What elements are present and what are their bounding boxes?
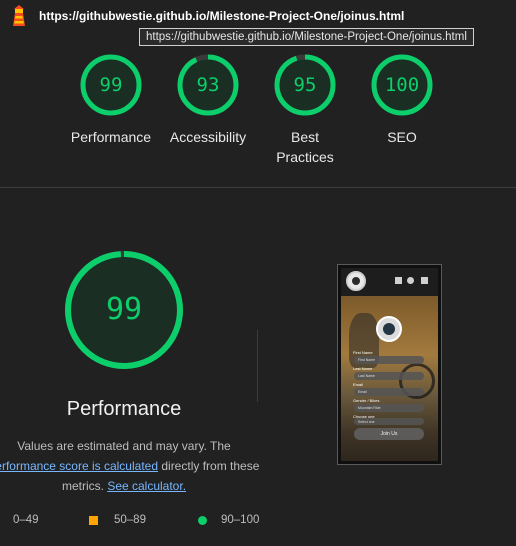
- home-icon: [395, 277, 402, 284]
- performance-description: Values are estimated and may vary. The p…: [0, 436, 268, 496]
- thumb-field-label: Gender / Bikes: [353, 398, 380, 403]
- lighthouse-icon: [13, 5, 25, 26]
- site-logo-icon: [346, 271, 366, 291]
- gauge-seo[interactable]: 100: [369, 52, 435, 118]
- gauge-label-seo: SEO: [387, 129, 417, 145]
- average-square-icon: [89, 516, 98, 525]
- gauge-best-practices[interactable]: 95: [272, 52, 338, 118]
- gauge-score: 95: [293, 74, 317, 96]
- performance-title: Performance: [66, 398, 182, 420]
- thumb-navbar: [341, 268, 438, 296]
- desc-text: metrics.: [61, 479, 108, 493]
- desc-text: directly from these: [158, 459, 260, 473]
- final-screenshot[interactable]: First Name First Name Last Name Last Nam…: [337, 264, 442, 465]
- thumb-field-label: First Name: [353, 350, 373, 355]
- legend-pass: 90–100: [221, 514, 260, 526]
- thumb-input: Mountain Ride: [354, 404, 424, 412]
- lighthouse-report: https://githubwestie.github.io/Milestone…: [0, 0, 516, 546]
- desc-text: Values are estimated and may vary. The: [17, 439, 231, 453]
- report-topbar: https://githubwestie.github.io/Milestone…: [0, 0, 516, 46]
- gauge-label-accessibility: Accessibility: [169, 129, 247, 145]
- legend-fail: 0–49: [13, 514, 39, 526]
- vertical-divider: [257, 330, 258, 402]
- thumb-input: Select one: [354, 418, 424, 425]
- screenshot-image: First Name First Name Last Name Last Nam…: [341, 268, 438, 461]
- pass-circle-icon: [198, 516, 207, 525]
- gauge-score: 99: [99, 74, 123, 96]
- thumb-input: First Name: [354, 356, 424, 364]
- thumb-join-button: Join Us: [354, 428, 424, 440]
- gauge-accessibility[interactable]: 93: [175, 52, 241, 118]
- gauge-label-performance: Performance: [70, 129, 152, 145]
- gauge-label-best-practices: Best Practices: [250, 127, 360, 167]
- location-icon: [407, 277, 414, 284]
- gauge-score: 93: [196, 74, 220, 96]
- performance-gauge-large: 99: [63, 249, 185, 371]
- report-url[interactable]: https://githubwestie.github.io/Milestone…: [39, 9, 404, 23]
- thumb-field-label: Last Name: [353, 366, 373, 371]
- performance-score: 99: [105, 292, 143, 327]
- see-calculator-link[interactable]: See calculator.: [107, 479, 186, 493]
- gauge-label-line: Practices: [276, 149, 334, 165]
- thumb-field-label: Email: [353, 382, 364, 387]
- thumb-input: Last Name: [354, 372, 424, 380]
- legend-average: 50–89: [114, 514, 146, 526]
- thumb-input: Email: [354, 388, 424, 396]
- url-tooltip: https://githubwestie.github.io/Milestone…: [139, 28, 474, 46]
- gauge-label-line: Best: [290, 129, 319, 145]
- gauge-score: 100: [384, 74, 420, 96]
- score-calculated-link[interactable]: performance score is calculated: [0, 459, 158, 473]
- gauge-performance[interactable]: 99: [78, 52, 144, 118]
- club-badge-icon: [376, 316, 402, 342]
- join-icon: [421, 277, 428, 284]
- section-divider: [0, 187, 516, 188]
